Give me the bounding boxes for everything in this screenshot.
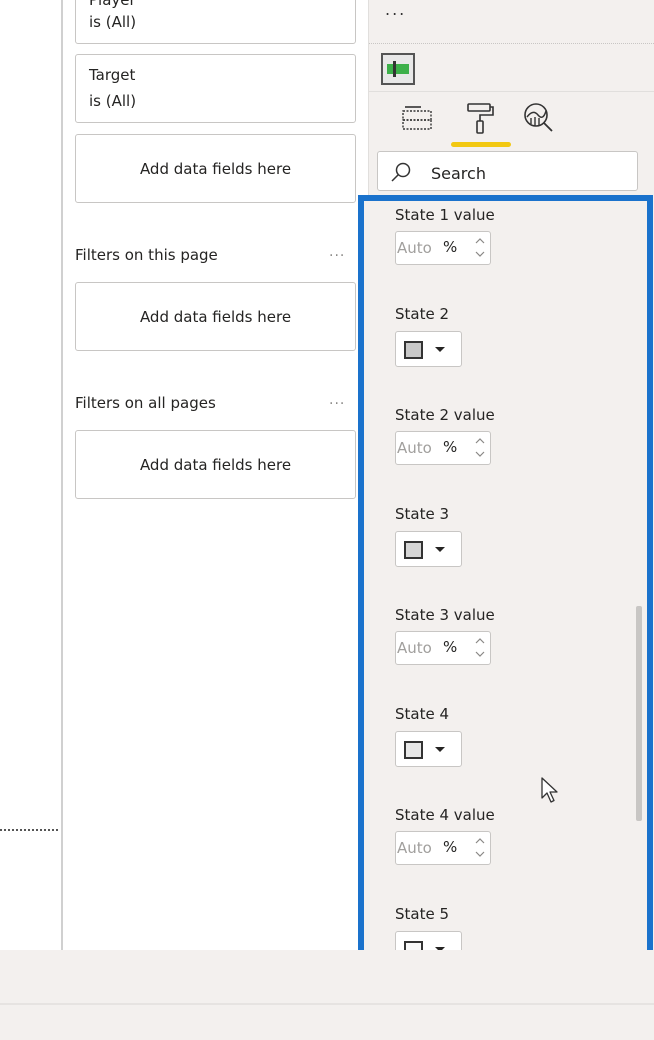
chevron-up-icon[interactable] <box>474 836 486 846</box>
all-pages-filters-heading: Filters on all pages <box>75 394 216 412</box>
color-swatch <box>404 741 423 759</box>
format-search-input[interactable]: Search <box>377 151 638 191</box>
active-tab-indicator <box>451 142 511 147</box>
chevron-up-icon[interactable] <box>474 636 486 646</box>
state-3-color-picker[interactable] <box>395 531 462 567</box>
visual-icon-marker <box>393 61 396 77</box>
chevron-down-icon[interactable] <box>474 249 486 259</box>
filters-pane: Player is (All) Target is (All) Add data… <box>61 0 368 950</box>
drop-zone-label: Add data fields here <box>139 456 292 474</box>
divider <box>369 43 654 44</box>
filter-card-player[interactable]: Player is (All) <box>75 0 356 44</box>
state-2-value-spinner[interactable]: Auto % <box>395 431 491 465</box>
state-4-value-spinner[interactable]: Auto % <box>395 831 491 865</box>
state-2-value-label: State 2 value <box>395 406 495 424</box>
caret-down-icon <box>435 347 445 352</box>
filter-condition: is (All) <box>89 13 137 31</box>
chevron-down-icon[interactable] <box>474 649 486 659</box>
filter-field-name: Player <box>89 0 136 9</box>
state-1-value-spinner[interactable]: Auto % <box>395 231 491 265</box>
filter-field-name: Target <box>89 66 136 84</box>
page-filters-drop-zone[interactable]: Add data fields here <box>75 282 356 351</box>
status-bar <box>0 950 654 1005</box>
spinner-value: Auto <box>397 639 432 657</box>
state-2-color-picker[interactable] <box>395 331 462 367</box>
power-bi-window: Player is (All) Target is (All) Add data… <box>0 0 654 1040</box>
more-visuals-button[interactable]: ... <box>385 0 406 19</box>
format-pane-scrollbar[interactable] <box>636 606 642 821</box>
state-5-label: State 5 <box>395 905 450 923</box>
search-placeholder: Search <box>431 164 486 183</box>
state-2-label: State 2 <box>395 305 450 323</box>
spinner-unit: % <box>443 638 458 656</box>
custom-visual-icon[interactable] <box>381 53 415 85</box>
spinner-value: Auto <box>397 239 432 257</box>
spinner-value: Auto <box>397 439 432 457</box>
state-3-label: State 3 <box>395 505 450 523</box>
state-3-value-spinner[interactable]: Auto % <box>395 631 491 665</box>
analytics-icon[interactable] <box>521 100 557 136</box>
fields-icon[interactable] <box>399 100 435 136</box>
report-canvas[interactable] <box>0 0 61 950</box>
filter-card-target[interactable]: Target is (All) <box>75 54 356 123</box>
chevron-up-icon[interactable] <box>474 236 486 246</box>
spinner-unit: % <box>443 438 458 456</box>
window-footer <box>0 1005 654 1040</box>
mouse-cursor-icon <box>541 777 558 803</box>
spinner-unit: % <box>443 238 458 256</box>
chevron-down-icon[interactable] <box>474 849 486 859</box>
paint-roller-icon[interactable] <box>463 100 499 136</box>
divider <box>369 91 654 92</box>
all-pages-filters-drop-zone[interactable]: Add data fields here <box>75 430 356 499</box>
color-swatch <box>404 541 423 559</box>
all-pages-filters-more-button[interactable]: ... <box>329 392 345 408</box>
state-4-value-label: State 4 value <box>395 806 495 824</box>
search-icon <box>391 162 411 182</box>
caret-down-icon <box>435 747 445 752</box>
state-4-label: State 4 <box>395 705 450 723</box>
format-options-list[interactable]: State 1 value Auto % State 2 State 2 val… <box>358 195 653 998</box>
visual-border-dotted <box>0 829 58 831</box>
page-filters-more-button[interactable]: ... <box>329 244 345 260</box>
state-1-value-label: State 1 value <box>395 206 495 224</box>
color-swatch <box>404 341 423 359</box>
drop-zone-label: Add data fields here <box>139 308 292 326</box>
chevron-up-icon[interactable] <box>474 436 486 446</box>
spinner-value: Auto <box>397 839 432 857</box>
spinner-unit: % <box>443 838 458 856</box>
caret-down-icon <box>435 547 445 552</box>
filter-condition: is (All) <box>89 92 137 110</box>
page-filters-heading: Filters on this page <box>75 246 218 264</box>
state-3-value-label: State 3 value <box>395 606 495 624</box>
state-4-color-picker[interactable] <box>395 731 462 767</box>
visual-icon-fill <box>387 64 409 74</box>
chevron-down-icon[interactable] <box>474 449 486 459</box>
visual-filters-drop-zone[interactable]: Add data fields here <box>75 134 356 203</box>
drop-zone-label: Add data fields here <box>139 160 292 178</box>
